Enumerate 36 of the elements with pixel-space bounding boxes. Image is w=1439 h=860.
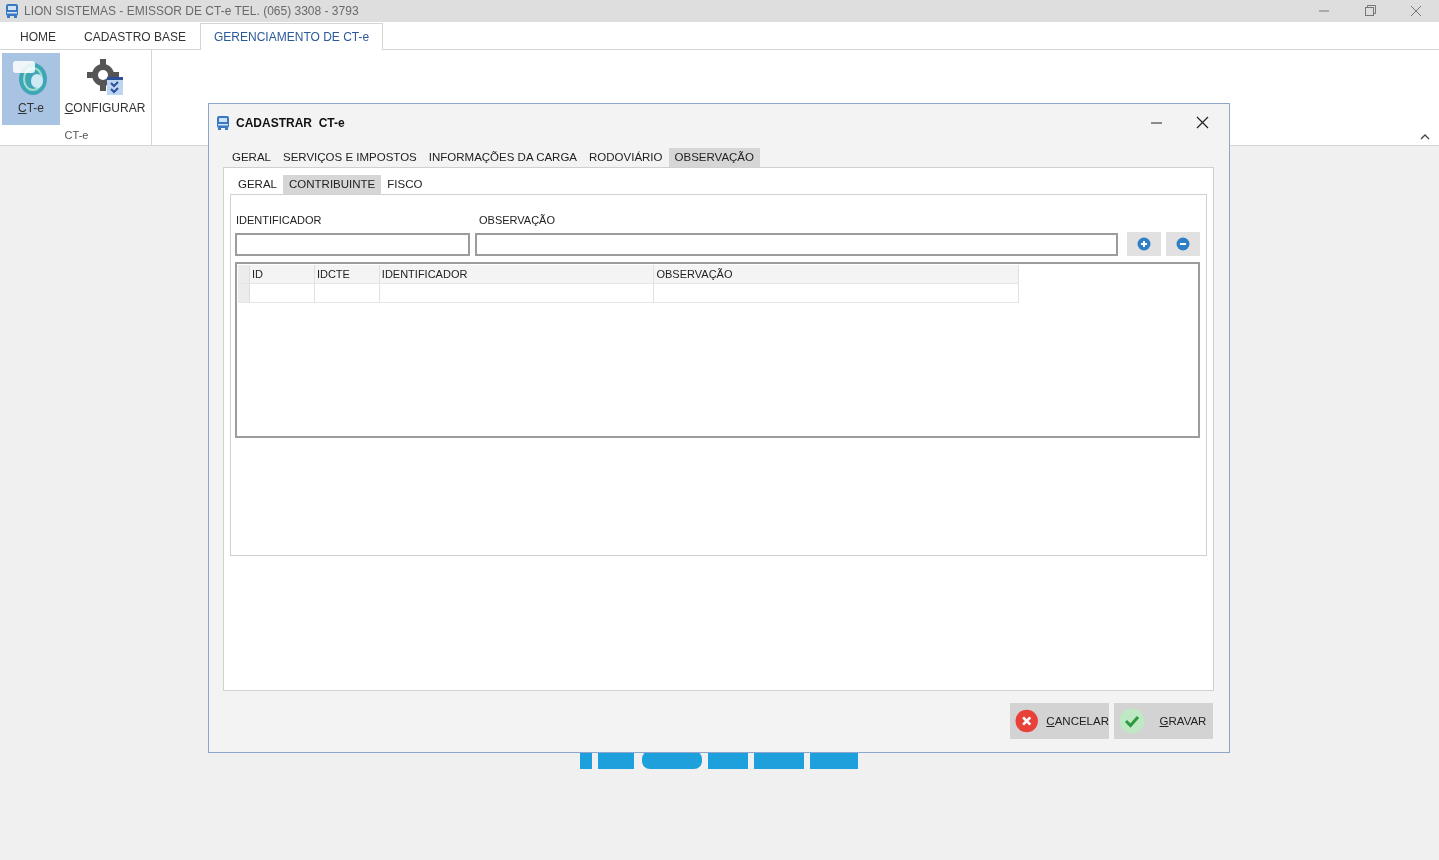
input-field[interactable]: [235, 232, 471, 256]
tab[interactable]: CONTRIBUINTE: [283, 175, 382, 194]
window-title: LION SISTEMAS - EMISSOR DE CT-e TEL. (065) 3308 - 3793: [24, 4, 359, 18]
remove-button[interactable]: [1166, 232, 1200, 256]
tab[interactable]: GERAL: [232, 175, 283, 194]
ribbon-tab[interactable]: HOME: [6, 23, 70, 50]
cross-icon: [1015, 708, 1039, 734]
bus-icon: [4, 3, 20, 19]
column-header[interactable]: IDCTE: [314, 265, 380, 283]
input-field[interactable]: [475, 232, 1119, 256]
tab[interactable]: GERAL: [226, 148, 277, 167]
plus-icon: [1137, 237, 1152, 251]
bus-icon: [215, 115, 231, 131]
ribbon-tab[interactable]: CADASTRO BASE: [70, 23, 201, 50]
ribbon-button[interactable]: CONFIGURAR: [64, 53, 146, 125]
tab[interactable]: FISCO: [381, 175, 429, 194]
ribbon-button[interactable]: CT-e: [2, 53, 60, 125]
group-label: CT-e: [64, 129, 89, 141]
cancel-button[interactable]: CANCELAR: [1010, 703, 1109, 739]
minus-icon: [1176, 237, 1191, 251]
tab[interactable]: RODOVIÁRIO: [583, 148, 669, 167]
column-header[interactable]: ID: [250, 265, 315, 283]
tab[interactable]: INFORMAÇÕES DA CARGA: [422, 148, 584, 167]
column-header[interactable]: OBSERVAÇÃO: [654, 265, 1019, 283]
tab[interactable]: SERVIÇOS E IMPOSTOS: [277, 148, 423, 167]
collapse-icon[interactable]: [1420, 133, 1430, 141]
check-icon: [1119, 708, 1145, 734]
ribbon-tab[interactable]: GERENCIAMENTO DE CT-e: [200, 23, 384, 50]
add-button[interactable]: [1127, 232, 1162, 256]
field-label: IDENTIFICADOR: [235, 214, 323, 228]
field-label: OBSERVAÇÃO: [478, 214, 556, 228]
dialog-title: CADASTRAR CT-e: [236, 116, 345, 130]
column-header[interactable]: IDENTIFICADOR: [379, 265, 655, 283]
tab[interactable]: OBSERVAÇÃO: [668, 148, 760, 167]
save-button[interactable]: GRAVAR: [1114, 703, 1213, 739]
gear-icon: [85, 57, 125, 97]
